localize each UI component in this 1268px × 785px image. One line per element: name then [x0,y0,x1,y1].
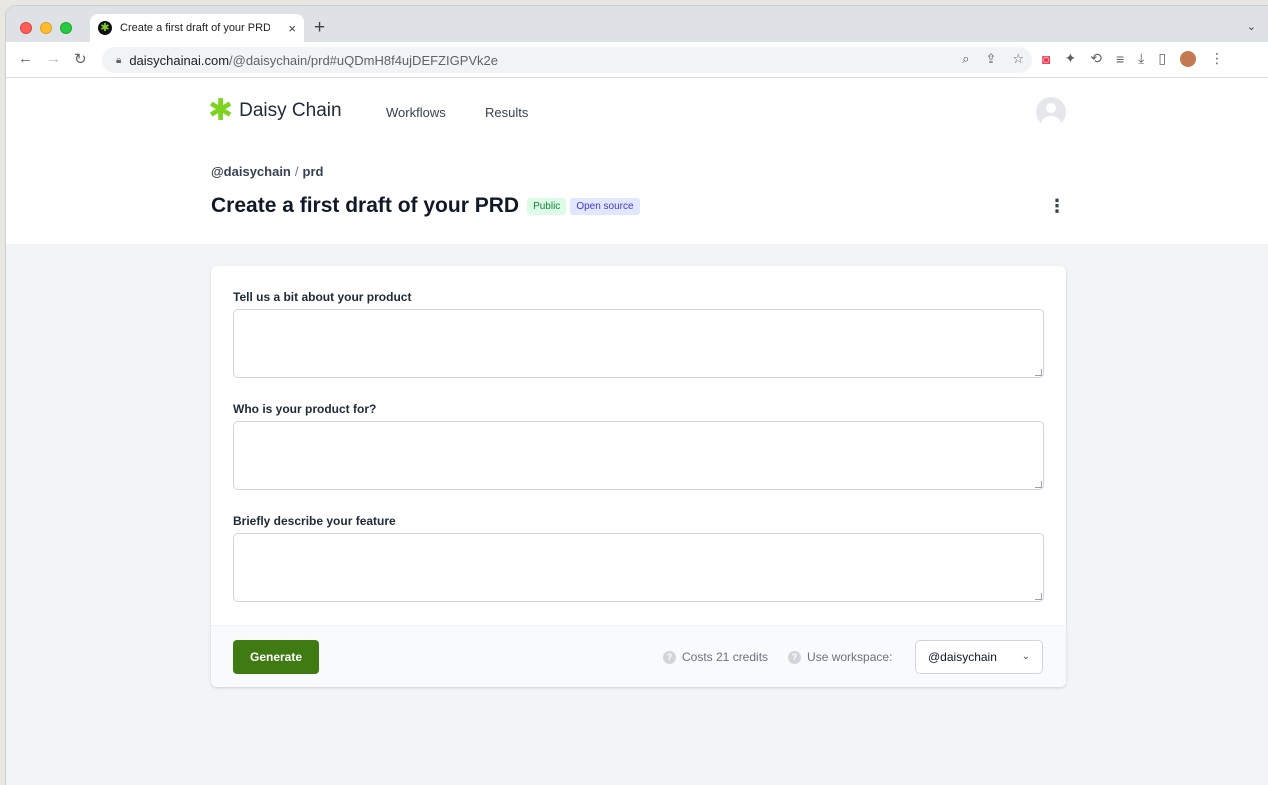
page-title: Create a first draft of your PRD [211,194,520,217]
title-row: Create a first draft of your PRD Public … [211,194,640,218]
resize-handle-icon[interactable] [1035,593,1042,600]
puzzle-extensions-icon[interactable]: ✦ [1064,50,1076,67]
omnibox-actions: ⌕ ⇪ ☆ [962,51,1024,67]
extensions-area: ◙ ✦ ⟲ ≡ ⤓ ▯ ⋮ [1042,50,1224,67]
browser-toolbar: ← → ↻ 🔒︎ daisychainai.com/@daisychain/pr… [6,42,1268,78]
page-header: ✱ Daisy Chain Workflows Results @daisych… [6,78,1268,244]
nav-link-workflows[interactable]: Workflows [386,105,446,120]
sync-extension-icon[interactable]: ⟲ [1090,50,1102,67]
daisy-chain-logo-icon: ✱ [208,94,234,127]
tab-search-chevron-icon[interactable]: ⌄ [1247,20,1256,33]
zoom-search-icon[interactable]: ⌕ [962,51,969,67]
forward-arrow-icon[interactable]: → [46,50,61,67]
url-text: daisychainai.com/@daisychain/prd#uQDmH8f… [129,52,499,68]
audience-textarea[interactable] [233,421,1044,490]
resize-handle-icon[interactable] [1035,481,1042,488]
minimize-window-button[interactable] [40,22,52,34]
public-badge: Public [527,197,567,215]
logo[interactable]: ✱ Daisy Chain [208,96,342,126]
pocket-extension-icon[interactable]: ◙ [1042,51,1050,67]
generate-button[interactable]: Generate [233,640,319,674]
more-options-icon[interactable]: ⋮ [1048,196,1066,217]
footer-meta: ? Costs 21 credits ? Use workspace: [663,650,892,664]
side-panel-icon[interactable]: ▯ [1158,50,1166,67]
tab-close-icon[interactable]: × [288,21,296,36]
user-avatar[interactable] [1036,97,1066,127]
feature-textarea[interactable] [233,533,1044,602]
new-tab-button[interactable]: + [314,18,325,37]
page-content: ✱ Daisy Chain Workflows Results @daisych… [6,78,1268,785]
address-bar[interactable]: 🔒︎ daisychainai.com/@daisychain/prd#uQDm… [102,47,1032,73]
breadcrumb-slug[interactable]: prd [303,164,324,179]
download-icon[interactable]: ⤓ [1138,50,1144,67]
reading-list-icon[interactable]: ≡ [1116,51,1124,67]
form-footer: Generate ? Costs 21 credits ? Use worksp… [211,625,1066,687]
browser-tab[interactable]: ✱ Create a first draft of your PRD × [90,14,304,42]
maximize-window-button[interactable] [60,22,72,34]
nav-link-results[interactable]: Results [485,105,528,120]
breadcrumb: @daisychain / prd [211,164,323,179]
breadcrumb-owner[interactable]: @daisychain [211,164,291,179]
cost-help-icon[interactable]: ? [663,650,676,664]
tab-title: Create a first draft of your PRD [120,22,270,34]
cost-text: Costs 21 credits [682,650,769,664]
audience-field-label: Who is your product for? [233,402,377,416]
bookmark-star-icon[interactable]: ☆ [1012,51,1024,67]
reload-icon[interactable]: ↻ [74,50,87,68]
browser-menu-icon[interactable]: ⋮ [1210,50,1224,67]
close-window-button[interactable] [20,22,32,34]
workspace-select[interactable]: @daisychain ⌄ [915,640,1043,674]
share-icon[interactable]: ⇪ [985,51,996,67]
feature-field-label: Briefly describe your feature [233,514,396,528]
chevron-down-icon: ⌄ [1021,651,1030,662]
browser-window: ✱ Create a first draft of your PRD × + ⌄… [6,6,1268,785]
workspace-value: @daisychain [928,650,997,664]
product-textarea[interactable] [233,309,1044,378]
workflow-form-card: Tell us a bit about your product Who is … [211,266,1066,687]
window-controls [20,22,72,34]
product-field-label: Tell us a bit about your product [233,290,412,304]
tab-strip: ✱ Create a first draft of your PRD × + ⌄ [6,6,1268,42]
resize-handle-icon[interactable] [1035,369,1042,376]
open-source-badge: Open source [570,197,640,215]
daisy-chain-favicon-icon: ✱ [98,21,112,35]
back-arrow-icon[interactable]: ← [18,50,33,67]
logo-text: Daisy Chain [239,100,342,121]
breadcrumb-separator: / [294,164,299,179]
lock-icon: 🔒︎ [116,54,122,66]
workspace-label: Use workspace: [807,650,893,664]
profile-avatar-icon[interactable] [1180,50,1197,67]
workspace-help-icon[interactable]: ? [788,650,802,664]
